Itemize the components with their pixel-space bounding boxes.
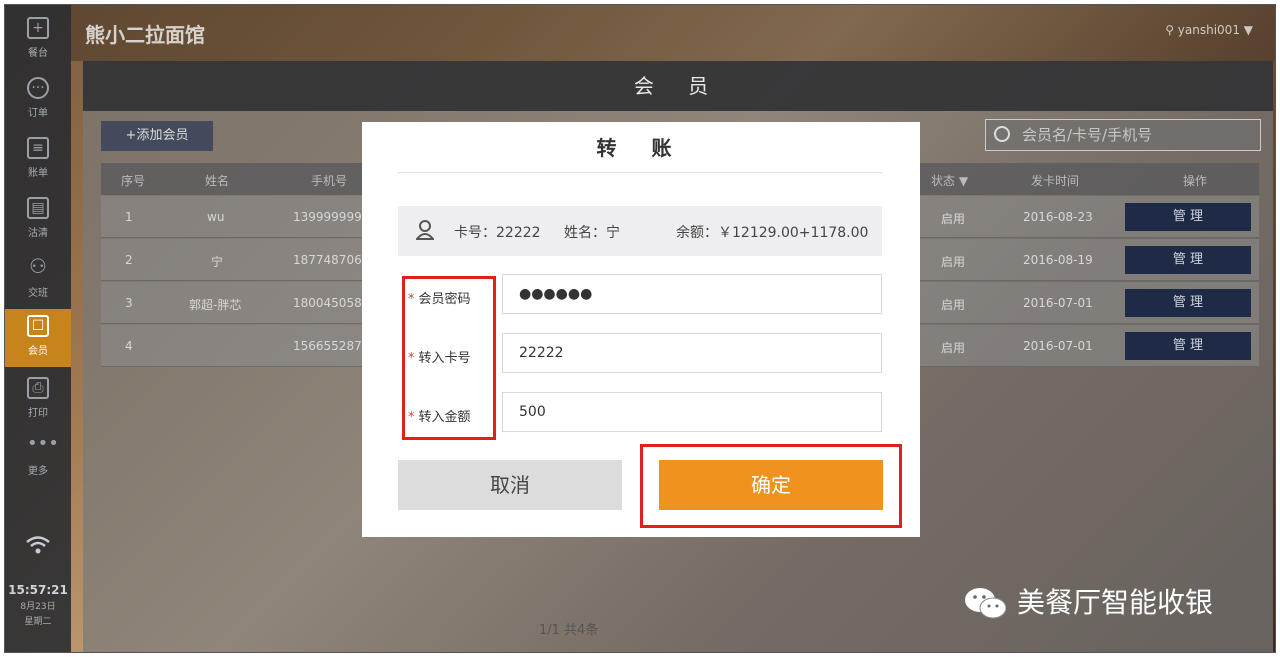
column-header: 发卡时间 <box>1031 174 1080 188</box>
column-header: 操作 <box>1183 174 1208 188</box>
clock-time: 15:57:21 <box>8 583 68 597</box>
sidebar-item-tables[interactable]: + 餐台 <box>5 11 71 69</box>
cell-name: 宁 <box>211 255 224 269</box>
member-card-icon: ☐ <box>27 315 49 337</box>
sidebar-item-label: 账单 <box>28 168 48 179</box>
cell-no: 3 <box>125 296 133 310</box>
cell-name: 郭超-胖芯 <box>189 298 242 312</box>
cancel-button[interactable]: 取消 <box>398 460 622 510</box>
target-card-field[interactable]: 22222 <box>502 333 882 373</box>
printer-icon: ⎙ <box>27 377 49 399</box>
cell-no: 1 <box>125 210 133 224</box>
clock-date: 8月23日 <box>20 602 56 612</box>
person-icon <box>416 220 434 240</box>
list-icon: ≡ <box>27 137 49 159</box>
transfer-dialog: 转 账 卡号：22222 姓名：宁 余额：￥12129.00+1178.00 *… <box>362 122 920 537</box>
cell-phone: 1800450586 <box>293 296 370 310</box>
manage-button[interactable]: 管 理 <box>1125 289 1251 317</box>
sidebar-item-label: 订单 <box>28 108 48 119</box>
watermark: 美餐厅智能收银 <box>963 583 1213 623</box>
top-bar: 熊小二拉面馆 ⚲ yanshi001 ▼ <box>71 5 1275 61</box>
sidebar-item-bills[interactable]: ≡ 账单 <box>5 131 71 189</box>
sidebar-item-shift[interactable]: ⚇ 交班 <box>5 251 71 309</box>
cell-status: 启用 <box>941 341 966 355</box>
sidebar-item-members[interactable]: ☐ 会员 <box>5 309 71 367</box>
highlight-box-confirm <box>640 444 902 528</box>
card-number: 卡号：22222 <box>454 225 541 241</box>
column-header[interactable]: 状态 ▼ <box>931 172 968 189</box>
search-placeholder: 会员名/卡号/手机号 <box>1022 126 1153 144</box>
cell-date: 2016-08-23 <box>1023 210 1093 224</box>
cell-no: 4 <box>125 339 133 353</box>
clock: 15:57:21 8月23日 星期二 <box>5 583 71 627</box>
sidebar-item-label: 会员 <box>28 346 48 357</box>
wechat-icon <box>963 586 1009 622</box>
username: yanshi001 <box>1177 23 1240 37</box>
cell-date: 2016-08-19 <box>1023 253 1093 267</box>
sidebar-item-more[interactable]: ••• 更多 <box>5 429 71 487</box>
more-dots-icon: ••• <box>27 433 59 454</box>
wifi-icon <box>5 535 71 561</box>
sidebar-item-label: 打印 <box>28 408 48 419</box>
cell-date: 2016-07-01 <box>1023 296 1093 310</box>
divider <box>398 172 882 173</box>
search-input[interactable]: 会员名/卡号/手机号 <box>985 119 1261 151</box>
column-header: 姓名 <box>205 174 230 188</box>
cell-phone: 1566552876 <box>293 339 370 353</box>
cell-status: 启用 <box>941 298 966 312</box>
person-icon: ⚇ <box>29 254 47 278</box>
column-header: 序号 <box>121 174 146 188</box>
balance: 余额：￥12129.00+1178.00 <box>676 225 869 241</box>
sidebar: + 餐台 ··· 订单 ≡ 账单 ▤ 沽清 ⚇ 交班 ☐ 会员 ⎙ 打印 ••• <box>5 5 71 652</box>
chat-icon: ··· <box>27 77 49 99</box>
document-icon: ▤ <box>27 197 49 219</box>
highlight-box-labels <box>402 276 496 440</box>
cell-phone: 1399999999 <box>293 210 370 224</box>
add-member-button[interactable]: +添加会员 <box>101 121 213 151</box>
plus-square-icon: + <box>27 17 49 39</box>
member-name: 姓名：宁 <box>564 225 620 241</box>
cell-name: wu <box>207 210 225 224</box>
sidebar-item-label: 沽清 <box>28 228 48 239</box>
sidebar-item-orders[interactable]: ··· 订单 <box>5 71 71 129</box>
app-title: 熊小二拉面馆 <box>85 23 205 47</box>
cell-phone: 1877487067 <box>293 253 370 267</box>
page-title: 会 员 <box>83 61 1273 111</box>
search-icon <box>994 126 1010 142</box>
cell-no: 2 <box>125 253 133 267</box>
cell-date: 2016-07-01 <box>1023 339 1093 353</box>
cell-status: 启用 <box>941 212 966 226</box>
sidebar-item-soldout[interactable]: ▤ 沽清 <box>5 191 71 249</box>
column-header: 手机号 <box>311 174 348 188</box>
user-menu[interactable]: ⚲ yanshi001 ▼ <box>1165 23 1253 37</box>
password-field[interactable]: ●●●●●● <box>502 274 882 314</box>
manage-button[interactable]: 管 理 <box>1125 246 1251 274</box>
pagination: 1/1 共4条 <box>539 623 599 638</box>
cell-status: 启用 <box>941 255 966 269</box>
amount-field[interactable]: 500 <box>502 392 882 432</box>
manage-button[interactable]: 管 理 <box>1125 203 1251 231</box>
watermark-text: 美餐厅智能收银 <box>1017 586 1214 619</box>
manage-button[interactable]: 管 理 <box>1125 332 1251 360</box>
sidebar-item-print[interactable]: ⎙ 打印 <box>5 371 71 429</box>
sidebar-item-label: 交班 <box>28 288 48 299</box>
clock-weekday: 星期二 <box>24 617 52 627</box>
user-icon: ⚲ <box>1165 23 1178 37</box>
dialog-title: 转 账 <box>596 136 686 160</box>
sidebar-item-label: 更多 <box>28 466 48 477</box>
caret-down-icon: ▼ <box>1239 23 1253 37</box>
member-info-bar: 卡号：22222 姓名：宁 余额：￥12129.00+1178.00 <box>398 206 882 256</box>
sidebar-item-label: 餐台 <box>28 48 48 59</box>
